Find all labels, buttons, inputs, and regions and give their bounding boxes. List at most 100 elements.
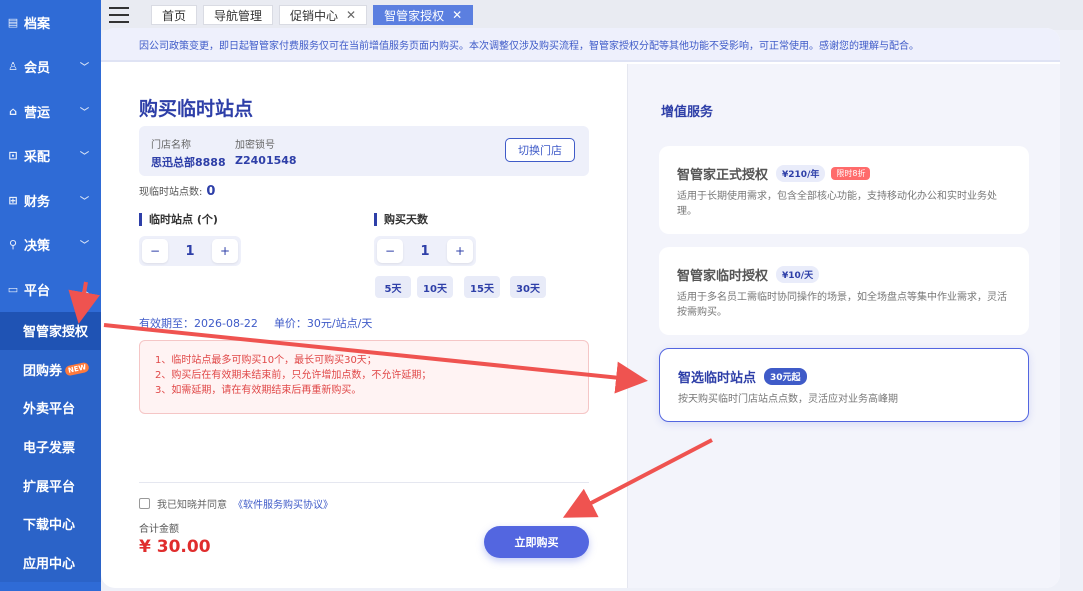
account-label: 加密锁号 — [235, 140, 275, 151]
sidebar-item-finance[interactable]: ⊞ 财务 ﹀ — [0, 178, 101, 223]
sidebar-item-archive[interactable]: ▤ 档案 — [0, 0, 101, 45]
chevron-up-icon: ︿ — [79, 285, 89, 296]
tab-label: 导航管理 — [214, 8, 263, 23]
close-icon[interactable]: ✕ — [346, 8, 356, 22]
archive-icon: ▤ — [7, 15, 19, 29]
agreement-row: 我已知晓并同意 《软件服务购买协议》 — [139, 496, 333, 511]
sidebar-item-purchase[interactable]: ⊡ 采配 ﹀ — [0, 134, 101, 179]
account-value: Z2401548 — [235, 154, 297, 167]
price-tag: ¥10/天 — [776, 266, 820, 283]
service-desc: 适用于多名员工需临时协同操作的场景，如全场盘点等集中作业需求，灵活按需购买。 — [677, 292, 1007, 318]
sidebar-sub-item-label: 外卖平台 — [23, 402, 76, 418]
sidebar-item-operation[interactable]: ⌂ 营运 ﹀ — [0, 89, 101, 134]
finance-icon: ⊞ — [8, 193, 18, 207]
tab-label: 首页 — [162, 8, 187, 23]
tab-zgj-auth[interactable]: 智管家授权 ✕ — [373, 5, 474, 25]
platform-icon: ▭ — [7, 282, 19, 296]
sidebar-sub-item-label: 团购券 — [23, 363, 63, 379]
tab-label: 智管家授权 — [384, 8, 445, 23]
purchase-panel: 购买临时站点 门店名称 思迅总部8888 加密锁号 Z2401548 切换门店 … — [101, 64, 627, 588]
sidebar-sub-item-label: 应用中心 — [23, 556, 76, 572]
chevron-down-icon: ﹀ — [79, 107, 89, 118]
new-badge: NEW — [64, 361, 91, 377]
current-count-label: 现临时站点数: — [139, 187, 203, 198]
decision-icon: ⚲ — [8, 238, 18, 252]
sidebar-sub-item-extension[interactable]: 扩展平台 — [0, 465, 101, 505]
valid-until: 有效期至：2026-08-22 — [139, 317, 258, 330]
sites-label: 临时站点 (个) — [139, 213, 218, 226]
tab-nav-manage[interactable]: 导航管理 — [203, 5, 274, 25]
tab-bar: 首页 导航管理 促销中心 ✕ 智管家授权 ✕ — [101, 0, 1083, 30]
price-tag: 30元起 — [764, 368, 807, 385]
sidebar: ▤ 档案 ♙ 会员 ﹀ ⌂ 营运 ﹀ ⊡ 采配 ﹀ ⊞ 财务 ﹀ ⚲ 决策 ﹀ ▭ 平台 ︿ 智管家授权 … — [0, 0, 101, 591]
tab-home[interactable]: 首页 — [151, 5, 198, 25]
sidebar-sub-item-zgj-auth[interactable]: 智管家授权 — [0, 311, 101, 351]
divider — [139, 482, 589, 483]
sites-plus-button[interactable]: + — [212, 239, 238, 263]
current-site-count: 现临时站点数: 0 — [139, 183, 215, 199]
day-option-15[interactable]: 15天 — [464, 276, 500, 298]
tab-label: 促销中心 — [290, 8, 339, 23]
sidebar-sub-item-takeaway[interactable]: 外卖平台 — [0, 388, 101, 428]
unit-price: 单价：30元/站点/天 — [273, 317, 373, 330]
sidebar-sub-item-einvoice[interactable]: 电子发票 — [0, 427, 101, 466]
sidebar-item-label: 营运 — [24, 105, 51, 121]
menu-toggle-icon[interactable] — [109, 7, 129, 23]
service-card-formal-auth[interactable]: 智管家正式授权 ¥210/年 限时8折 适用于长期使用需求，包含全部核心功能，支… — [659, 146, 1029, 234]
sidebar-item-label: 决策 — [24, 239, 51, 255]
sites-value[interactable]: 1 — [168, 244, 212, 259]
sidebar-item-platform[interactable]: ▭ 平台 ︿ — [0, 267, 101, 312]
sites-stepper[interactable]: − 1 + — [139, 236, 241, 266]
sidebar-item-member[interactable]: ♙ 会员 ﹀ — [0, 45, 101, 90]
service-name: 智选临时站点 — [678, 371, 757, 386]
days-minus-button[interactable]: − — [377, 239, 403, 263]
sidebar-sub-item-label: 扩展平台 — [23, 479, 76, 495]
total-amount: ¥ 30.00 — [139, 537, 211, 557]
tab-promo-center[interactable]: 促销中心 ✕ — [279, 5, 368, 25]
store-info: 门店名称 思迅总部8888 加密锁号 Z2401548 切换门店 — [139, 126, 589, 176]
store-icon: ⌂ — [9, 104, 17, 118]
agree-checkbox[interactable] — [139, 498, 150, 509]
chevron-down-icon: ﹀ — [79, 152, 89, 163]
day-option-30[interactable]: 30天 — [510, 276, 546, 298]
days-stepper[interactable]: − 1 + — [374, 236, 476, 266]
sidebar-item-decision[interactable]: ⚲ 决策 ﹀ — [0, 223, 101, 268]
notice-bar: 因公司政策变更，即日起智管家付费服务仅可在当前增值服务页面内购买。本次调整仅涉及… — [101, 28, 1060, 62]
service-name: 智管家临时授权 — [677, 269, 769, 284]
main-panel: 因公司政策变更，即日起智管家付费服务仅可在当前增值服务页面内购买。本次调整仅涉及… — [101, 28, 1060, 588]
price-tag: ¥210/年 — [776, 165, 826, 182]
days-plus-button[interactable]: + — [447, 239, 473, 263]
rule-line: 2、购买后在有效期未结束前，只允许增加点数，不允许延期； — [155, 370, 432, 381]
validity-info: 有效期至：2026-08-22 单价：30元/站点/天 — [139, 315, 388, 331]
promo-badge: 限时8折 — [831, 167, 871, 180]
day-option-5[interactable]: 5天 — [375, 276, 411, 298]
close-icon[interactable]: ✕ — [452, 8, 462, 22]
services-title: 增值服务 — [661, 105, 714, 120]
total-label: 合计金额 — [139, 524, 179, 535]
service-card-temp-site[interactable]: 智选临时站点 30元起 按天购买临时门店站点点数，灵活应对业务高峰期 — [659, 348, 1029, 422]
sidebar-item-label: 采配 — [24, 150, 51, 166]
service-card-temp-auth[interactable]: 智管家临时授权 ¥10/天 适用于多名员工需临时协同操作的场景，如全场盘点等集中… — [659, 247, 1029, 335]
store-name-value: 思迅总部8888 — [151, 156, 226, 169]
days-value[interactable]: 1 — [403, 244, 447, 259]
page-title: 购买临时站点 — [139, 98, 254, 120]
days-label: 购买天数 — [374, 213, 428, 226]
sites-minus-button[interactable]: − — [142, 239, 168, 263]
sidebar-sub-item-download[interactable]: 下载中心 — [0, 504, 101, 544]
rule-line: 3、如需延期，请在有效期结束后再重新购买。 — [155, 385, 362, 396]
cart-icon: ⊡ — [8, 149, 18, 163]
agreement-link[interactable]: 《软件服务购买协议》 — [233, 496, 333, 511]
sidebar-sub-item-label: 下载中心 — [23, 518, 76, 534]
store-name-label: 门店名称 — [151, 140, 191, 151]
sidebar-item-label: 档案 — [24, 16, 51, 32]
sidebar-item-label: 会员 — [24, 61, 51, 77]
buy-now-button[interactable]: 立即购买 — [484, 526, 589, 558]
switch-store-button[interactable]: 切换门店 — [505, 138, 575, 162]
service-desc: 按天购买临时门店站点点数，灵活应对业务高峰期 — [678, 394, 898, 405]
chevron-down-icon: ﹀ — [79, 63, 89, 74]
sidebar-sub-item-apps[interactable]: 应用中心 — [0, 543, 101, 582]
user-icon: ♙ — [8, 60, 18, 74]
day-option-10[interactable]: 10天 — [417, 276, 453, 298]
sidebar-sub-item-group-coupon[interactable]: 团购券 NEW — [0, 350, 101, 389]
agree-text: 我已知晓并同意 — [157, 500, 227, 511]
